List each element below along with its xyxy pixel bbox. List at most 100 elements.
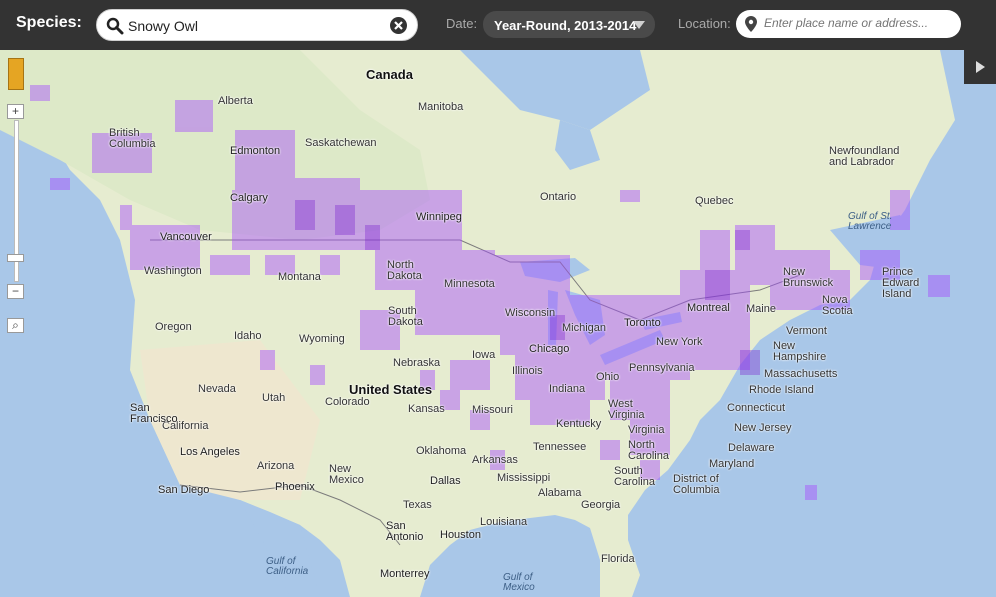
region-label: Ohio bbox=[596, 371, 620, 383]
region-label: Mississippi bbox=[497, 472, 551, 484]
city-label: Monterrey bbox=[380, 568, 430, 580]
city-label: Los Angeles bbox=[180, 446, 240, 458]
city-label: Vancouver bbox=[160, 231, 212, 243]
region-label: North Dakota bbox=[387, 259, 422, 282]
zoom-in-button[interactable]: + bbox=[7, 104, 24, 119]
region-label: Montana bbox=[278, 271, 321, 283]
zoom-slider-handle[interactable] bbox=[7, 254, 24, 262]
region-label: Nevada bbox=[198, 383, 236, 395]
region-label: Minnesota bbox=[444, 278, 495, 290]
species-search-value: Snowy Owl bbox=[128, 18, 199, 34]
region-label: Missouri bbox=[472, 404, 513, 416]
region-label: Alberta bbox=[218, 95, 253, 107]
region-label: Maryland bbox=[709, 458, 755, 470]
region-label: Pennsylvania bbox=[629, 362, 695, 374]
region-label: Kentucky bbox=[556, 418, 602, 430]
region-label: Utah bbox=[262, 392, 286, 404]
city-label: Montreal bbox=[687, 302, 730, 314]
country-label-usa: United States bbox=[349, 382, 433, 397]
city-label: San Diego bbox=[158, 484, 210, 496]
region-label: New Hampshire bbox=[773, 340, 827, 363]
region-label: Kansas bbox=[408, 403, 445, 415]
pegman-icon[interactable] bbox=[8, 58, 24, 90]
region-label: New Brunswick bbox=[783, 266, 834, 289]
top-toolbar: Species: Snowy Owl Date: Year-Round, 201… bbox=[0, 0, 996, 50]
region-label: Michigan bbox=[562, 322, 607, 334]
map-canvas[interactable]: Canada United States Alberta British Col… bbox=[0, 50, 996, 597]
city-label: Chicago bbox=[529, 343, 570, 355]
chevron-down-icon bbox=[633, 21, 645, 29]
region-label: Wisconsin bbox=[505, 307, 556, 319]
region-label: Quebec bbox=[695, 195, 734, 207]
region-label: Iowa bbox=[472, 349, 496, 361]
region-label: Wyoming bbox=[299, 333, 345, 345]
region-label: Massachusetts bbox=[764, 368, 838, 380]
region-label: South Dakota bbox=[388, 305, 423, 328]
region-label: Idaho bbox=[234, 330, 262, 342]
region-label: Alabama bbox=[538, 487, 582, 499]
region-label: Texas bbox=[403, 499, 432, 511]
country-label-canada: Canada bbox=[366, 67, 413, 82]
water-label: Gulf of California bbox=[266, 556, 309, 577]
date-range-select[interactable]: Year-Round, 2013-2014 bbox=[483, 11, 655, 38]
zoom-out-button[interactable]: − bbox=[7, 284, 24, 299]
species-label: Species: bbox=[16, 14, 82, 31]
region-label: West Virginia bbox=[608, 398, 645, 421]
region-label: Tennessee bbox=[533, 441, 587, 453]
city-label: San Antonio bbox=[386, 520, 424, 543]
region-label: Arizona bbox=[257, 460, 295, 472]
region-label: New York bbox=[656, 336, 703, 348]
date-range-value: Year-Round, 2013-2014 bbox=[494, 18, 637, 33]
region-label: Arkansas bbox=[472, 454, 518, 466]
region-label: Virginia bbox=[628, 424, 665, 436]
city-label: San Francisco bbox=[130, 402, 178, 425]
clear-search-icon[interactable] bbox=[390, 17, 407, 34]
region-label: Rhode Island bbox=[749, 384, 814, 396]
region-label: New Mexico bbox=[329, 463, 364, 486]
city-label: Winnipeg bbox=[416, 211, 462, 223]
city-label: Phoenix bbox=[275, 481, 315, 493]
water-label: Gulf of St. Lawrence bbox=[848, 211, 893, 232]
species-search-input[interactable]: Snowy Owl bbox=[96, 9, 418, 41]
region-label: North Carolina bbox=[628, 439, 669, 462]
date-label: Date: bbox=[446, 16, 478, 31]
region-label: Colorado bbox=[325, 396, 370, 408]
city-label: Toronto bbox=[624, 317, 661, 329]
region-label: Nova Scotia bbox=[822, 294, 853, 317]
region-label: South Carolina bbox=[614, 465, 655, 488]
region-label: Washington bbox=[144, 265, 202, 277]
location-field[interactable] bbox=[736, 10, 961, 38]
city-label: Calgary bbox=[230, 192, 268, 204]
map-pin-icon bbox=[745, 16, 757, 37]
search-icon bbox=[106, 17, 124, 40]
region-label: Prince Edward Island bbox=[882, 266, 920, 300]
region-label: Florida bbox=[601, 553, 635, 565]
region-label: Nebraska bbox=[393, 357, 441, 369]
region-label: District of Columbia bbox=[673, 473, 720, 496]
region-label: Manitoba bbox=[418, 101, 464, 113]
city-label: Edmonton bbox=[230, 145, 281, 157]
region-label: Maine bbox=[746, 303, 776, 315]
region-label: Oklahoma bbox=[416, 445, 467, 457]
region-label: Illinois bbox=[512, 365, 543, 377]
play-arrow-icon bbox=[976, 61, 985, 73]
zoom-box-icon[interactable]: ⌕ bbox=[7, 318, 24, 333]
city-label: Dallas bbox=[430, 475, 461, 487]
side-panel-toggle[interactable] bbox=[964, 50, 996, 84]
location-label: Location: bbox=[678, 16, 731, 31]
water-label: Gulf of Mexico bbox=[503, 572, 535, 593]
location-input[interactable] bbox=[762, 15, 956, 31]
region-label: Saskatchewan bbox=[305, 137, 377, 149]
region-label: Vermont bbox=[786, 325, 827, 337]
region-label: Delaware bbox=[728, 442, 775, 454]
region-label: Ontario bbox=[540, 191, 577, 203]
region-label: British Columbia bbox=[109, 127, 156, 150]
region-label: Oregon bbox=[155, 321, 192, 333]
region-label: Connecticut bbox=[727, 402, 786, 414]
region-label: Georgia bbox=[581, 499, 621, 511]
region-label: Indiana bbox=[549, 383, 586, 395]
city-label: Houston bbox=[440, 529, 481, 541]
region-label: Newfoundland and Labrador bbox=[829, 145, 900, 168]
region-label: Louisiana bbox=[480, 516, 528, 528]
region-label: New Jersey bbox=[734, 422, 792, 434]
